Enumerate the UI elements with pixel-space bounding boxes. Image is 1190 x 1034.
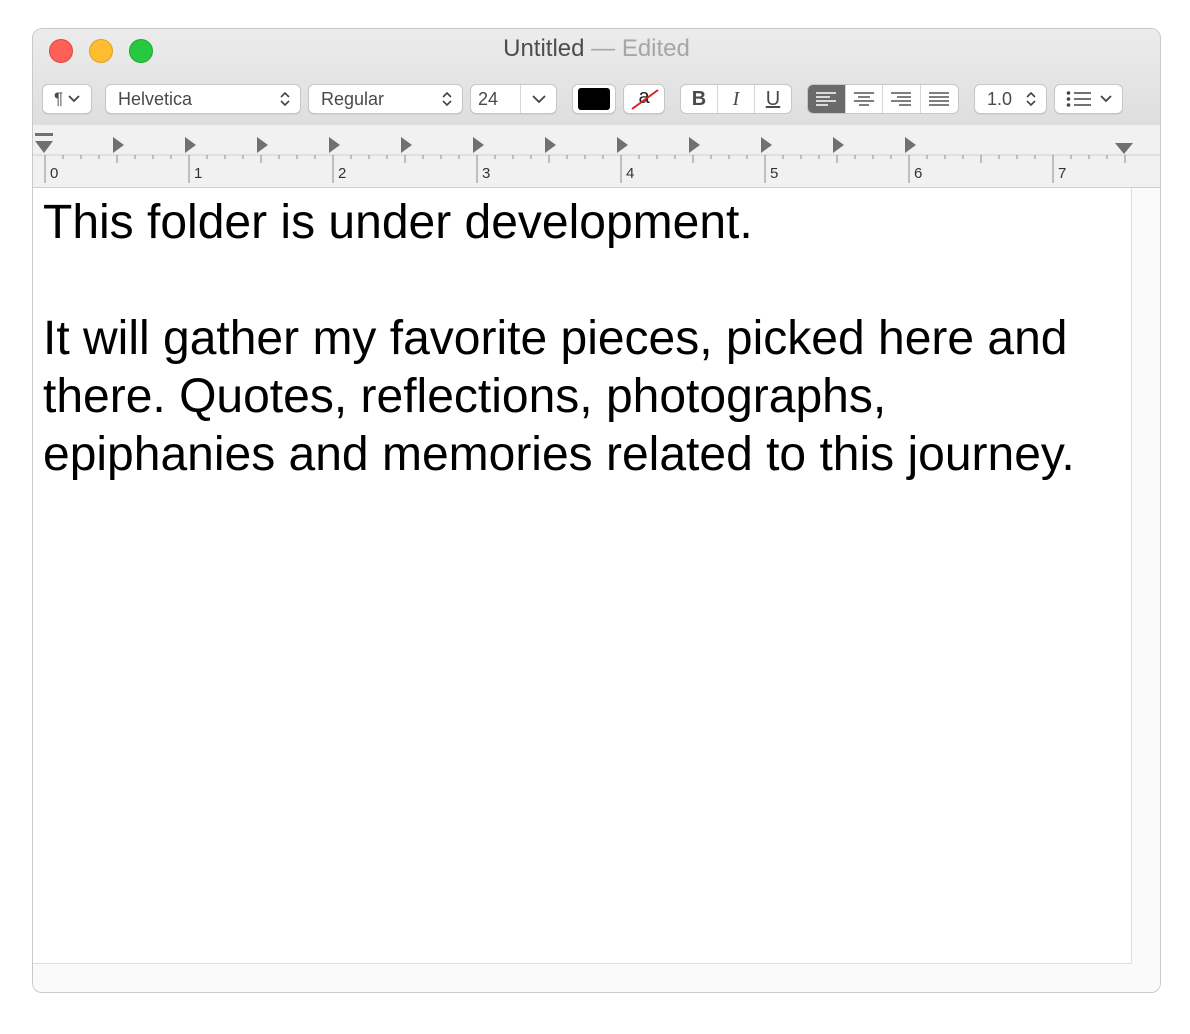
line-spacing-label: 1.0 [987,88,1013,109]
bulleted-list-icon [1066,91,1091,107]
justify-icon [929,92,950,106]
ruler-number: 4 [626,165,635,182]
align-center-button[interactable] [846,85,883,113]
document-line: epiphanies and memories related to this … [43,428,1075,481]
align-left-button[interactable] [808,85,846,113]
up-down-arrows-icon [1024,89,1038,109]
title-bar[interactable]: Untitled — Edited ¶ Helvetica Regular 24 [33,29,1160,126]
edited-status: Edited [621,35,690,62]
align-right-button[interactable] [883,85,921,113]
chevron-down-icon[interactable] [532,94,546,104]
ruler-number: 1 [194,165,203,182]
underline-button[interactable]: U [755,85,791,113]
font-family-popup[interactable]: Helvetica [105,84,301,114]
font-style-label: Regular [321,88,385,109]
font-style-popup[interactable]: Regular [308,84,463,114]
ruler-number: 2 [338,165,347,182]
document-text-area[interactable]: This folder is under development. It wil… [33,188,1132,964]
document-line: there. Quotes, reflections, photographs, [43,370,887,423]
alignment-segmented-control [807,84,959,114]
window-title: Untitled — Edited [33,35,1160,63]
document-name: Untitled [503,35,585,62]
paragraph-styles-button[interactable]: ¶ [42,84,92,114]
align-left-icon [816,92,837,106]
font-size-combo[interactable]: 24 [470,84,557,114]
bold-button[interactable]: B [681,85,718,113]
bottom-margin [33,964,1132,992]
document-line: This folder is under development. [43,196,753,249]
title-separator: — [591,35,616,62]
chevron-down-icon [1100,95,1112,103]
background-color-well[interactable]: a [623,84,665,114]
ruler[interactable]: 0 1 2 3 4 5 6 7 [33,125,1160,188]
text-color-swatch [578,88,610,110]
align-right-icon [891,92,912,106]
document-body[interactable]: This folder is under development. It wil… [43,194,1103,484]
italic-button[interactable]: I [718,85,755,113]
text-style-segmented-control: B I U [680,84,792,114]
align-center-icon [853,92,874,106]
document-line: It will gather my favorite pieces, picke… [43,312,1068,365]
ruler-number: 7 [1058,165,1067,182]
ruler-number: 5 [770,165,779,182]
font-family-label: Helvetica [118,88,193,109]
chevron-down-icon [68,95,80,103]
ruler-number: 3 [482,165,491,182]
right-margin [1132,188,1160,992]
ruler-number: 0 [50,165,59,182]
up-down-arrows-icon [278,89,292,109]
up-down-arrows-icon [440,89,454,109]
line-spacing-popup[interactable]: 1.0 [974,84,1047,114]
text-color-well[interactable] [572,84,616,114]
textedit-window: Untitled — Edited ¶ Helvetica Regular 24 [32,28,1161,993]
list-bullets-popup[interactable] [1054,84,1123,114]
justify-button[interactable] [921,85,958,113]
font-size-field[interactable]: 24 [471,85,521,113]
pilcrow-icon: ¶ [54,89,64,108]
ruler-number: 6 [914,165,923,182]
no-color-slash-icon [631,89,659,110]
